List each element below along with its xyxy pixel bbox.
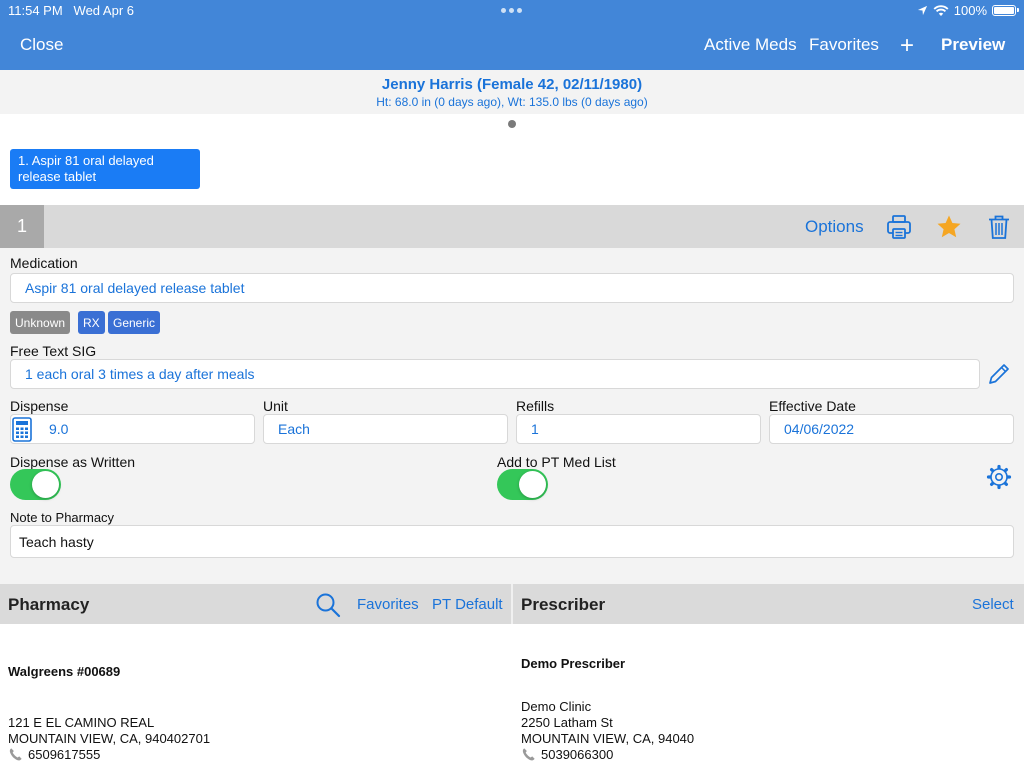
pt-med-list-toggle[interactable] xyxy=(497,469,548,500)
refills-field[interactable]: 1 xyxy=(516,414,761,444)
gear-icon[interactable] xyxy=(986,464,1012,490)
wifi-icon xyxy=(933,4,949,16)
phone-icon xyxy=(522,748,535,761)
prescription-number: 1 xyxy=(0,205,44,248)
medication-label: Medication xyxy=(10,255,78,271)
patient-name: Jenny Harris (Female 42, 02/11/1980) xyxy=(381,76,643,93)
page-indicator xyxy=(508,120,516,128)
battery-icon xyxy=(992,5,1019,16)
effective-date-label: Effective Date xyxy=(769,398,856,414)
prescriber-phone-number: 5039066300 xyxy=(541,747,614,762)
navigation-bar: 11:54 PM Wed Apr 6 100% Close Active Med… xyxy=(0,0,1024,70)
patient-header: Jenny Harris (Female 42, 02/11/1980) Ht:… xyxy=(0,70,1024,114)
sig-label: Free Text SIG xyxy=(10,343,97,359)
unit-label: Unit xyxy=(263,398,288,414)
patient-vitals: Ht: 68.0 in (0 days ago), Wt: 135.0 lbs … xyxy=(376,95,648,109)
trash-icon[interactable] xyxy=(985,213,1013,241)
pharmacy-address-line1: 121 E EL CAMINO REAL xyxy=(8,715,155,730)
pharmacy-name: Walgreens #00689 xyxy=(8,664,121,679)
generic-tag: Generic xyxy=(108,311,161,334)
battery-percent: 100% xyxy=(953,3,987,18)
prescriber-clinic: Demo Clinic xyxy=(521,699,592,714)
daw-toggle[interactable] xyxy=(10,469,61,500)
prescriber-phone[interactable]: 5039066300 xyxy=(521,747,613,762)
close-button[interactable]: Close xyxy=(20,35,63,55)
daw-label: Dispense as Written xyxy=(10,454,136,470)
pharmacy-address-line2: MOUNTAIN VIEW, CA, 940402701 xyxy=(8,731,211,746)
status-time: 11:54 PM Wed Apr 6 xyxy=(8,3,134,18)
phone-icon xyxy=(9,748,22,761)
dispense-label: Dispense xyxy=(10,398,69,414)
pharmacy-phone[interactable]: 6509617555 xyxy=(8,747,100,762)
note-field[interactable]: Teach hasty xyxy=(10,525,1014,558)
pt-med-list-label: Add to PT Med List xyxy=(497,454,616,470)
prescriber-select-button[interactable]: Select xyxy=(972,596,1014,613)
calculator-icon[interactable] xyxy=(12,417,32,442)
favorites-button[interactable]: Favorites xyxy=(809,35,879,55)
unit-field[interactable]: Each xyxy=(263,414,508,444)
add-icon[interactable]: + xyxy=(900,32,914,60)
sig-field[interactable]: 1 each oral 3 times a day after meals xyxy=(10,359,980,389)
effective-date-field[interactable]: 04/06/2022 xyxy=(769,414,1014,444)
pharmacy-favorites-button[interactable]: Favorites xyxy=(357,596,419,613)
status-tag-unknown: Unknown xyxy=(10,311,71,334)
location-icon xyxy=(917,5,927,16)
medication-field[interactable]: Aspir 81 oral delayed release tablet xyxy=(10,273,1014,303)
prescriber-header: Prescriber Select xyxy=(513,584,1024,624)
prescriber-title: Prescriber xyxy=(521,595,606,614)
search-icon[interactable] xyxy=(315,592,341,618)
dispense-field[interactable]: 9.0 xyxy=(10,414,255,444)
prescriber-address-line2: MOUNTAIN VIEW, CA, 94040 xyxy=(521,731,695,746)
options-button[interactable]: Options xyxy=(805,217,864,237)
status-date: Wed Apr 6 xyxy=(73,3,134,18)
medication-chip[interactable]: 1. Aspir 81 oral delayed release tablet xyxy=(10,149,200,189)
pharmacy-phone-number: 6509617555 xyxy=(28,747,101,762)
preview-button[interactable]: Preview xyxy=(941,35,1005,55)
prescriber-name: Demo Prescriber xyxy=(521,656,626,671)
printer-icon[interactable] xyxy=(885,213,913,241)
prescription-header: 1 Options xyxy=(0,205,1024,248)
pencil-icon[interactable] xyxy=(986,361,1012,387)
status-right: 100% xyxy=(917,3,1019,18)
refills-label: Refills xyxy=(516,398,555,414)
star-icon[interactable] xyxy=(935,213,963,241)
rx-tag: RX xyxy=(78,311,105,334)
note-label: Note to Pharmacy xyxy=(10,510,115,525)
pharmacy-header: Pharmacy Favorites PT Default xyxy=(0,584,511,624)
pt-default-button[interactable]: PT Default xyxy=(432,596,503,613)
active-meds-button[interactable]: Active Meds xyxy=(704,35,797,55)
pharmacy-title: Pharmacy xyxy=(8,595,90,614)
prescriber-address-line1: 2250 Latham St xyxy=(521,715,613,730)
status-time-text: 11:54 PM xyxy=(8,3,63,18)
multitasking-dots[interactable] xyxy=(501,8,522,13)
